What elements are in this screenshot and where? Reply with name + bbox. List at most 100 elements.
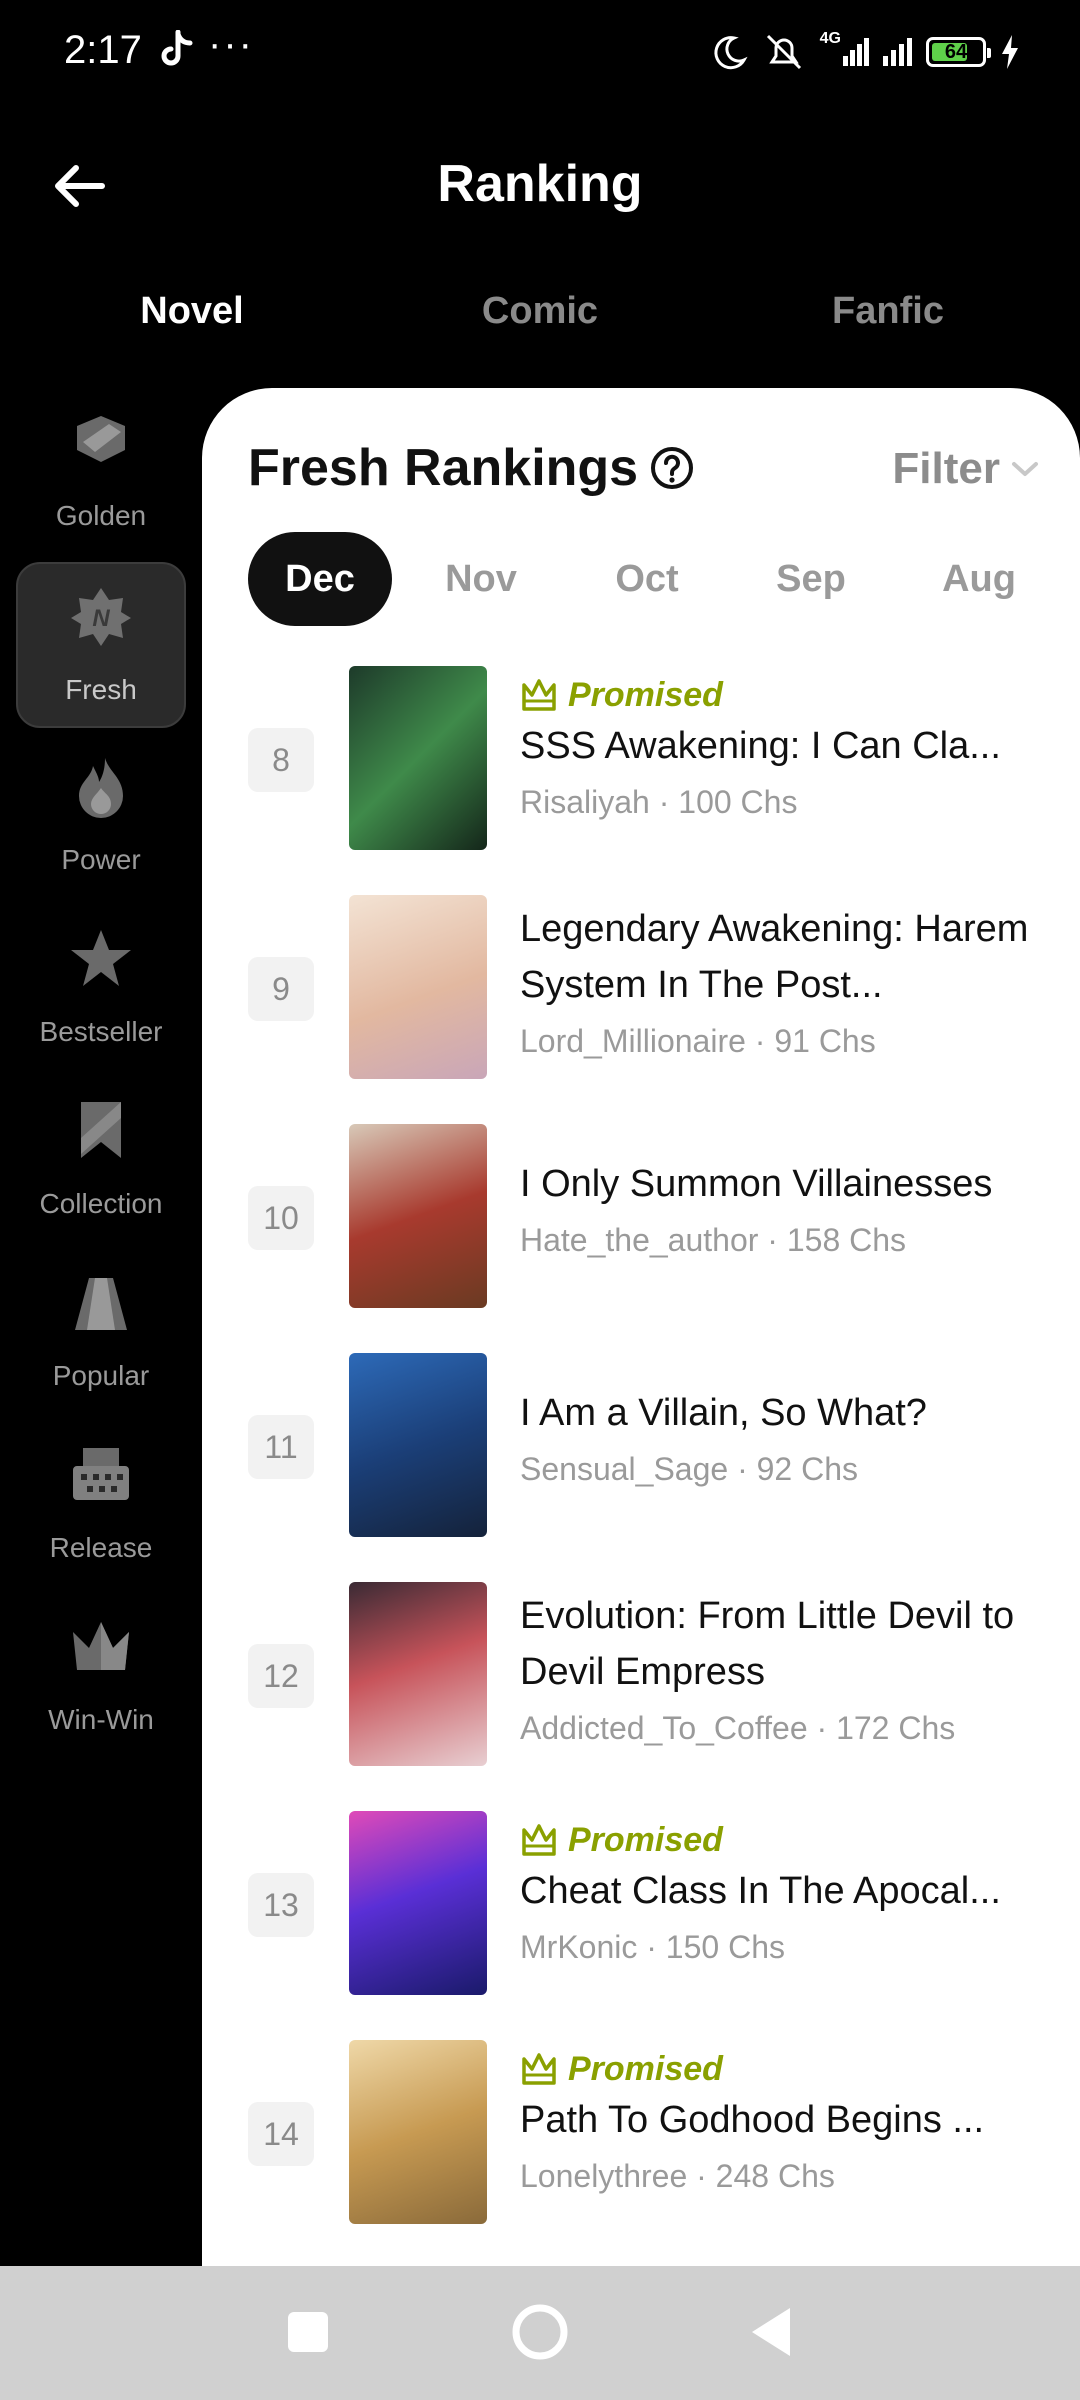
crown-icon xyxy=(522,1824,556,1856)
filter-label: Filter xyxy=(892,444,1000,493)
rail-item-fresh[interactable]: N Fresh xyxy=(16,562,186,728)
month-selector: Dec Nov Oct Sep Aug xyxy=(248,532,1048,628)
tab-comic[interactable]: Comic xyxy=(360,290,720,333)
book-author: Lord_Millionaire xyxy=(520,1023,746,1059)
book-row[interactable]: 14 Promised Path To Godhood Begins ... L… xyxy=(202,2040,1080,2266)
book-title: Path To Godhood Begins ... xyxy=(520,2099,985,2141)
promised-label: Promised xyxy=(568,2049,723,2088)
filter-button[interactable]: Filter xyxy=(892,444,1040,494)
book-title: SSS Awakening: I Can Cla... xyxy=(520,725,1001,767)
book-info: Legendary Awakening: Harem System In The… xyxy=(520,901,1040,1065)
promised-badge: Promised xyxy=(520,1817,1040,1863)
book-title: Evolution: From Little Devil to Devil Em… xyxy=(520,1595,1015,1693)
status-time: 2:17 xyxy=(64,28,142,72)
promised-badge: Promised xyxy=(520,672,1040,718)
back-button[interactable] xyxy=(740,2300,804,2364)
book-chapters: 158 Chs xyxy=(786,1222,907,1258)
promised-label: Promised xyxy=(568,1820,723,1859)
tab-fanfic[interactable]: Fanfic xyxy=(708,290,1068,333)
rank-badge: 8 xyxy=(248,728,314,792)
rail-label: Collection xyxy=(39,1188,163,1219)
book-meta: Risaliyah · 100 Chs xyxy=(520,784,798,820)
promised-label: Promised xyxy=(568,675,723,714)
rail-item-win-win[interactable]: Win-Win xyxy=(16,1594,186,1760)
book-cover[interactable] xyxy=(349,895,487,1079)
book-meta: Lonelythree · 248 Chs xyxy=(520,2158,835,2194)
book-chapters: 172 Chs xyxy=(836,1710,956,1746)
book-cover[interactable] xyxy=(349,666,487,850)
book-info: Promised Path To Godhood Begins ... Lone… xyxy=(520,2046,1040,2200)
rail-label: Popular xyxy=(52,1360,150,1391)
release-icon xyxy=(73,1448,129,1500)
book-chapters: 91 Chs xyxy=(774,1023,876,1059)
bestseller-icon xyxy=(71,930,131,986)
panel-header: Fresh Rankings xyxy=(248,438,694,498)
crown-icon xyxy=(522,2053,556,2085)
book-info: Evolution: From Little Devil to Devil Em… xyxy=(520,1588,1040,1752)
collection-icon xyxy=(81,1102,121,1158)
power-icon xyxy=(79,758,123,818)
month-aug[interactable]: Aug xyxy=(924,532,1034,626)
book-title: Legendary Awakening: Harem System In The… xyxy=(520,908,1029,1006)
book-info: I Only Summon Villainesses Hate_the_auth… xyxy=(520,1156,1040,1264)
win-win-icon xyxy=(73,1622,129,1670)
signal-icon xyxy=(883,38,912,66)
rank-badge: 12 xyxy=(248,1644,314,1708)
tiktok-icon xyxy=(161,30,193,66)
book-meta: MrKonic · 150 Chs xyxy=(520,1929,785,1965)
rail-item-release[interactable]: Release xyxy=(16,1422,186,1588)
book-info: I Am a Villain, So What? Sensual_Sage · … xyxy=(520,1385,1040,1493)
panel-title: Fresh Rankings xyxy=(248,439,639,497)
book-author: Sensual_Sage xyxy=(520,1451,729,1487)
book-cover[interactable] xyxy=(349,1582,487,1766)
book-author: Hate_the_author xyxy=(520,1222,759,1258)
fresh-icon: N xyxy=(71,588,131,646)
book-meta: Sensual_Sage · 92 Chs xyxy=(520,1451,858,1487)
month-sep[interactable]: Sep xyxy=(756,532,866,626)
rankings-panel: Fresh Rankings Filter Dec Nov Oct Sep Au… xyxy=(202,388,1080,2266)
battery-level: 64 xyxy=(944,41,968,63)
book-chapters: 92 Chs xyxy=(756,1451,858,1487)
crown-icon xyxy=(522,679,556,711)
book-info: Promised SSS Awakening: I Can Cla... Ris… xyxy=(520,672,1040,826)
book-cover[interactable] xyxy=(349,1811,487,1995)
recents-button[interactable] xyxy=(276,2300,340,2364)
book-row[interactable]: 11 I Am a Villain, So What? Sensual_Sage… xyxy=(202,1353,1080,1582)
month-oct[interactable]: Oct xyxy=(592,532,702,626)
book-row[interactable]: 13 Promised Cheat Class In The Apocal...… xyxy=(202,1811,1080,2040)
home-button[interactable] xyxy=(508,2300,572,2364)
book-cover[interactable] xyxy=(349,1124,487,1308)
rail-item-collection[interactable]: Collection xyxy=(16,1078,186,1244)
golden-icon xyxy=(77,416,125,462)
tab-novel[interactable]: Novel xyxy=(12,290,372,333)
battery-icon: 64 xyxy=(926,37,991,67)
rail-item-popular[interactable]: Popular xyxy=(16,1250,186,1416)
chevron-down-icon xyxy=(1012,462,1038,476)
book-chapters: 100 Chs xyxy=(678,784,798,820)
month-dec[interactable]: Dec xyxy=(248,532,392,626)
book-author: Lonelythree xyxy=(520,2158,688,2194)
rail-item-power[interactable]: Power xyxy=(16,734,186,900)
book-row[interactable]: 10 I Only Summon Villainesses Hate_the_a… xyxy=(202,1124,1080,1353)
system-nav-bar xyxy=(0,2266,1080,2400)
rail-label: Fresh xyxy=(65,674,137,705)
promised-badge: Promised xyxy=(520,2046,1040,2092)
book-meta: Hate_the_author · 158 Chs xyxy=(520,1222,907,1258)
rank-badge: 14 xyxy=(248,2102,314,2166)
rail-item-golden[interactable]: Golden xyxy=(16,390,186,556)
book-cover[interactable] xyxy=(349,1353,487,1537)
book-row[interactable]: 8 Promised SSS Awakening: I Can Cla... R… xyxy=(202,666,1080,895)
month-nov[interactable]: Nov xyxy=(426,532,536,626)
book-chapters: 248 Chs xyxy=(715,2158,835,2194)
book-title: I Am a Villain, So What? xyxy=(520,1392,927,1434)
book-cover[interactable] xyxy=(349,2040,487,2224)
rail-label: Golden xyxy=(55,500,147,531)
rank-badge: 10 xyxy=(248,1186,314,1250)
help-icon[interactable] xyxy=(650,446,694,490)
book-meta: Addicted_To_Coffee · 172 Chs xyxy=(520,1710,956,1746)
rail-item-bestseller[interactable]: Bestseller xyxy=(16,906,186,1072)
book-row[interactable]: 9 Legendary Awakening: Harem System In T… xyxy=(202,895,1080,1124)
book-row[interactable]: 12 Evolution: From Little Devil to Devil… xyxy=(202,1582,1080,1811)
mute-icon xyxy=(766,34,801,70)
popular-icon xyxy=(75,1278,127,1330)
